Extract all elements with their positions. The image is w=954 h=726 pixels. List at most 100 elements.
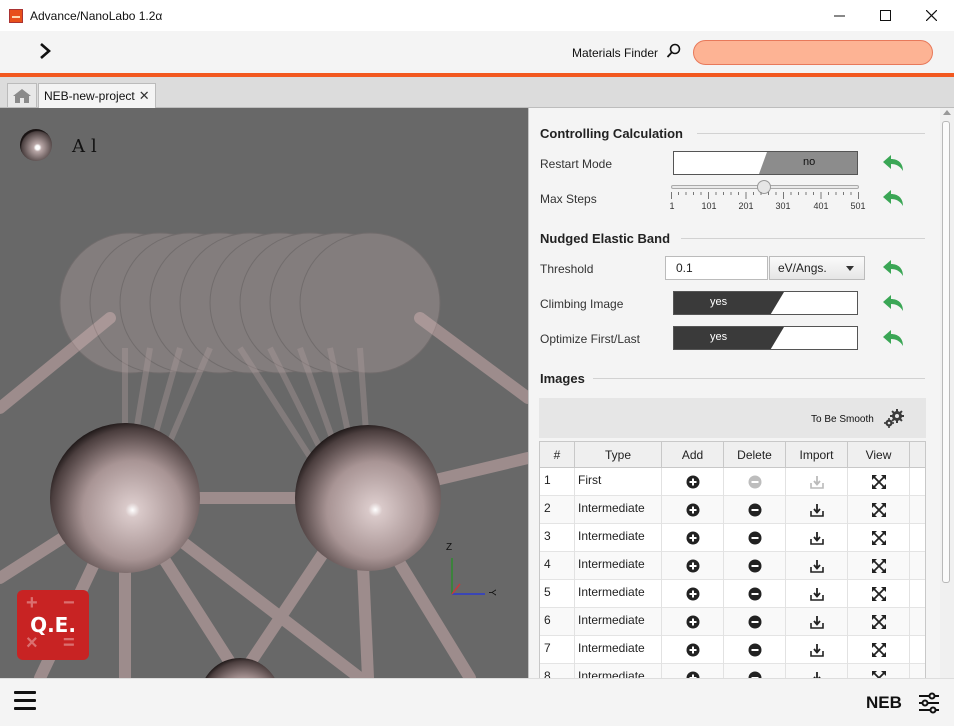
table-row[interactable]: 7 Intermediate bbox=[540, 636, 925, 664]
tab-label: NEB-new-project bbox=[44, 89, 135, 103]
optimize-first-last-label: Optimize First/Last bbox=[540, 332, 641, 346]
structure-viewer[interactable]: Z Y Al + − × = Q.E. bbox=[0, 108, 528, 678]
table-row[interactable]: 6 Intermediate bbox=[540, 608, 925, 636]
plus-circle-icon bbox=[686, 671, 700, 678]
import-image-button[interactable] bbox=[786, 664, 848, 678]
undo-restart-icon[interactable] bbox=[881, 154, 905, 172]
row-type: Intermediate bbox=[575, 524, 662, 552]
add-image-button[interactable] bbox=[662, 580, 724, 608]
add-image-button[interactable] bbox=[662, 664, 724, 678]
settings-sliders-icon[interactable] bbox=[918, 692, 940, 714]
table-row[interactable]: 5 Intermediate bbox=[540, 580, 925, 608]
chevron-right-icon bbox=[40, 43, 51, 59]
add-image-button[interactable] bbox=[662, 496, 724, 524]
view-image-button[interactable] bbox=[848, 636, 910, 664]
qe-logo[interactable]: + − × = Q.E. bbox=[17, 590, 89, 660]
scroll-up-icon[interactable] bbox=[943, 110, 951, 115]
import-image-button[interactable] bbox=[786, 636, 848, 664]
tab-neb-project[interactable]: NEB-new-project ✕ bbox=[38, 83, 156, 108]
delete-image-button[interactable] bbox=[724, 552, 786, 580]
undo-max-steps-icon[interactable] bbox=[881, 189, 905, 207]
close-tab-icon[interactable]: ✕ bbox=[139, 88, 150, 104]
atom-legend-label: Al bbox=[72, 136, 103, 157]
view-image-button[interactable] bbox=[848, 496, 910, 524]
menu-button[interactable] bbox=[14, 691, 36, 711]
column-header-add: Add bbox=[662, 442, 724, 468]
add-image-button[interactable] bbox=[662, 608, 724, 636]
import-image-button[interactable] bbox=[786, 552, 848, 580]
view-image-button[interactable] bbox=[848, 580, 910, 608]
toggle-fill bbox=[674, 327, 784, 349]
plus-circle-icon bbox=[686, 475, 700, 489]
toggle-fill bbox=[674, 292, 784, 314]
import-image-button[interactable] bbox=[786, 496, 848, 524]
tab-bar: NEB-new-project ✕ bbox=[0, 77, 954, 108]
plus-circle-icon bbox=[686, 643, 700, 657]
delete-image-button[interactable] bbox=[724, 524, 786, 552]
window-title: Advance/NanoLabo 1.2α bbox=[30, 8, 163, 23]
delete-image-button[interactable] bbox=[724, 580, 786, 608]
undo-climbing-icon[interactable] bbox=[881, 294, 905, 312]
view-image-button[interactable] bbox=[848, 552, 910, 580]
threshold-label: Threshold bbox=[540, 262, 594, 276]
view-image-button[interactable] bbox=[848, 608, 910, 636]
view-image-button[interactable] bbox=[848, 524, 910, 552]
import-image-button[interactable] bbox=[786, 524, 848, 552]
expand-arrows-icon bbox=[871, 531, 886, 545]
search-icon[interactable] bbox=[666, 43, 682, 59]
row-type: Intermediate bbox=[575, 608, 662, 636]
threshold-input[interactable]: 0.1 bbox=[665, 256, 768, 280]
tab-home[interactable] bbox=[7, 83, 37, 107]
climbing-image-toggle[interactable]: yes bbox=[673, 291, 858, 315]
minimize-button[interactable] bbox=[816, 0, 862, 31]
delete-image-button[interactable] bbox=[724, 496, 786, 524]
row-number: 1 bbox=[540, 468, 575, 496]
panel-scrollbar[interactable] bbox=[940, 108, 954, 678]
download-icon bbox=[809, 503, 824, 517]
add-image-button[interactable] bbox=[662, 524, 724, 552]
column-header-delete: Delete bbox=[724, 442, 786, 468]
maximize-button[interactable] bbox=[862, 0, 908, 31]
section-title-neb: Nudged Elastic Band bbox=[540, 231, 671, 246]
slider-tick-label: 1 bbox=[669, 201, 675, 211]
undo-threshold-icon[interactable] bbox=[881, 259, 905, 277]
add-image-button[interactable] bbox=[662, 636, 724, 664]
view-image-button[interactable] bbox=[848, 468, 910, 496]
delete-image-button[interactable] bbox=[724, 664, 786, 678]
gears-icon[interactable] bbox=[882, 408, 906, 430]
undo-optimize-icon[interactable] bbox=[881, 329, 905, 347]
minus-circle-icon bbox=[748, 615, 762, 629]
row-number: 4 bbox=[540, 552, 575, 580]
row-number: 7 bbox=[540, 636, 575, 664]
import-image-button[interactable] bbox=[786, 580, 848, 608]
optimize-first-last-value: yes bbox=[710, 331, 728, 343]
view-image-button[interactable] bbox=[848, 664, 910, 678]
optimize-first-last-toggle[interactable]: yes bbox=[673, 326, 858, 350]
to-be-smooth-label: To Be Smooth bbox=[811, 414, 874, 425]
title-bar: Advance/NanoLabo 1.2α bbox=[0, 0, 954, 31]
table-row[interactable]: 3 Intermediate bbox=[540, 524, 925, 552]
delete-image-button[interactable] bbox=[724, 608, 786, 636]
add-image-button[interactable] bbox=[662, 552, 724, 580]
minus-circle-icon bbox=[748, 475, 762, 489]
expand-arrows-icon bbox=[871, 503, 886, 517]
delete-image-button[interactable] bbox=[724, 636, 786, 664]
restart-mode-toggle[interactable]: no bbox=[673, 151, 858, 175]
add-image-button[interactable] bbox=[662, 468, 724, 496]
close-window-button[interactable] bbox=[908, 0, 954, 31]
import-image-button[interactable] bbox=[786, 608, 848, 636]
table-row[interactable]: 1 First bbox=[540, 468, 925, 496]
threshold-unit-select[interactable]: eV/Angs. bbox=[769, 256, 865, 280]
app-footer: NEB bbox=[0, 678, 954, 726]
download-icon bbox=[809, 475, 824, 489]
table-row[interactable]: 2 Intermediate bbox=[540, 496, 925, 524]
table-row[interactable]: 8 Intermediate bbox=[540, 664, 925, 678]
row-number: 6 bbox=[540, 608, 575, 636]
expand-sidebar-button[interactable] bbox=[38, 41, 58, 63]
download-icon bbox=[809, 587, 824, 601]
window-controls bbox=[816, 0, 954, 31]
scrollbar-thumb[interactable] bbox=[942, 121, 950, 583]
materials-finder-label: Materials Finder bbox=[572, 46, 659, 60]
materials-finder-input[interactable] bbox=[693, 40, 933, 65]
table-row[interactable]: 4 Intermediate bbox=[540, 552, 925, 580]
